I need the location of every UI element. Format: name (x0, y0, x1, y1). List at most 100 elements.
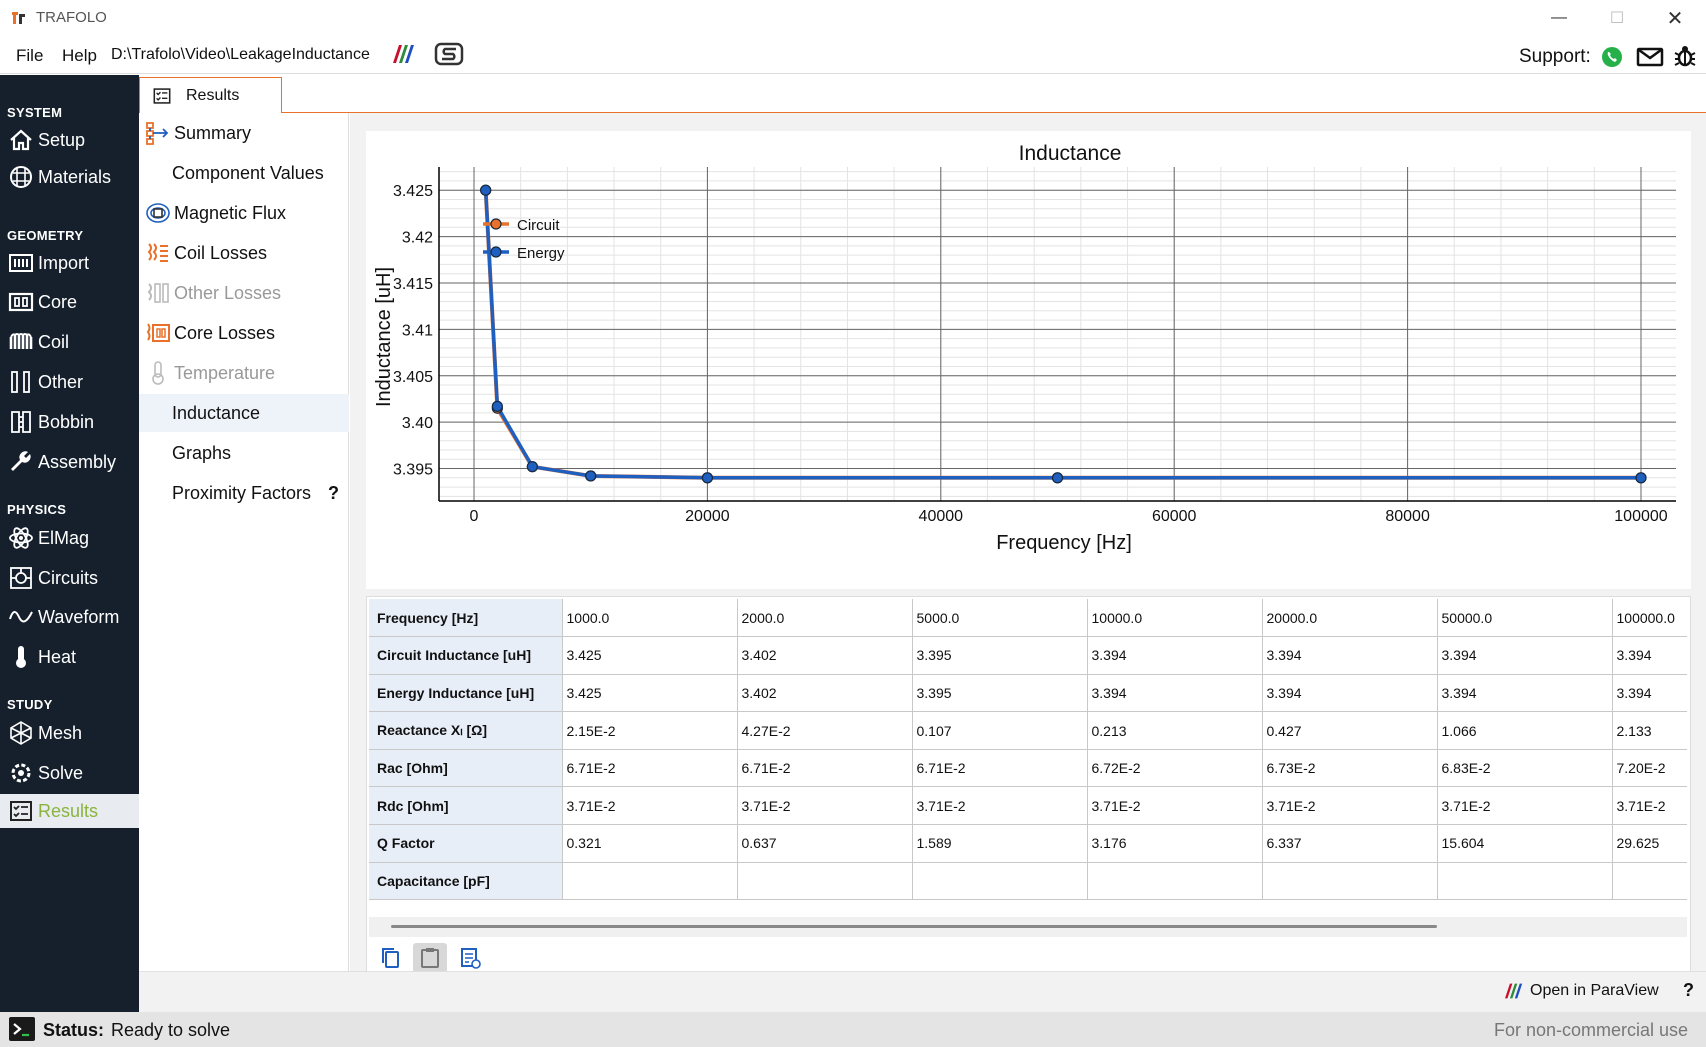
table-cell[interactable]: 3.425 (562, 636, 738, 675)
sidebar-item-elmag[interactable]: ElMag (0, 519, 139, 557)
sidebar-item-bobbin[interactable]: Bobbin (0, 403, 139, 441)
table-cell[interactable]: 2000.0 (737, 599, 913, 638)
menu-help[interactable]: Help (62, 46, 97, 66)
table-cell[interactable] (912, 862, 1088, 901)
table-cell[interactable]: 3.394 (1087, 636, 1263, 675)
table-cell[interactable] (1612, 862, 1687, 901)
table-cell[interactable]: 3.394 (1612, 674, 1687, 713)
table-cell[interactable] (562, 862, 738, 901)
nav-other-losses[interactable]: Other Losses (139, 274, 349, 312)
table-cell[interactable]: 0.213 (1087, 711, 1263, 750)
table-cell[interactable]: 6.73E-2 (1262, 749, 1438, 788)
table-cell[interactable]: 3.71E-2 (912, 786, 1088, 826)
nav-proximity-factors[interactable]: Proximity Factors ? (139, 474, 349, 512)
s-logo-icon[interactable] (434, 41, 464, 67)
nav-summary[interactable]: Summary (139, 114, 349, 152)
table-cell[interactable]: 6.71E-2 (562, 749, 738, 788)
table-cell[interactable]: 3.176 (1087, 824, 1263, 863)
nav-component-values[interactable]: Component Values (139, 154, 349, 192)
help-button[interactable]: ? (1683, 980, 1694, 1001)
table-cell[interactable]: 5000.0 (912, 599, 1088, 638)
nav-graphs[interactable]: Graphs (139, 434, 349, 472)
table-cell[interactable]: 0.637 (737, 824, 913, 863)
sidebar-item-circuits[interactable]: Circuits (0, 559, 139, 597)
table-cell[interactable]: 3.425 (562, 674, 738, 713)
nav-inductance[interactable]: Inductance (139, 394, 349, 432)
bug-icon[interactable] (1672, 43, 1698, 69)
table-cell[interactable] (1262, 862, 1438, 901)
table-cell[interactable]: 3.71E-2 (562, 786, 738, 826)
table-cell[interactable]: 3.394 (1087, 674, 1263, 713)
table-cell[interactable]: 3.394 (1437, 636, 1613, 675)
table-cell[interactable]: 6.337 (1262, 824, 1438, 863)
table-cell[interactable]: 3.395 (912, 674, 1088, 713)
export-button[interactable] (453, 943, 487, 973)
sidebar-item-heat[interactable]: Heat (0, 638, 139, 676)
table-cell[interactable]: 0.427 (1262, 711, 1438, 750)
table-cell[interactable]: 2.133 (1612, 711, 1687, 750)
table-cell[interactable]: 3.71E-2 (737, 786, 913, 826)
table-cell[interactable] (1437, 862, 1613, 901)
table-cell[interactable]: 3.394 (1612, 636, 1687, 675)
whatsapp-icon[interactable] (1600, 45, 1624, 69)
menu-file[interactable]: File (16, 46, 43, 66)
sidebar-item-other[interactable]: Other (0, 363, 139, 401)
table-cell[interactable]: 4.27E-2 (737, 711, 913, 750)
table-cell[interactable]: 6.72E-2 (1087, 749, 1263, 788)
nav-temperature[interactable]: Temperature (139, 354, 349, 392)
table-cell[interactable]: 20000.0 (1262, 599, 1438, 638)
open-paraview-button[interactable]: Open in ParaView (1502, 982, 1659, 1000)
minimize-button[interactable]: — (1536, 4, 1582, 32)
table-cell[interactable]: 1.066 (1437, 711, 1613, 750)
sidebar-item-assembly[interactable]: Assembly (0, 443, 139, 481)
table-cell[interactable] (1087, 862, 1263, 901)
table-cell[interactable]: 2.15E-2 (562, 711, 738, 750)
nav-coil-losses[interactable]: Coil Losses (139, 234, 349, 272)
table-cell[interactable]: 29.625 (1612, 824, 1687, 863)
table-cell[interactable]: 3.394 (1437, 674, 1613, 713)
sidebar-item-import[interactable]: Import (0, 244, 139, 282)
table-cell[interactable]: 3.71E-2 (1262, 786, 1438, 826)
table-cell[interactable]: 3.402 (737, 674, 913, 713)
table-cell[interactable]: 100000.0 (1612, 599, 1687, 638)
sidebar-item-setup[interactable]: Setup (0, 121, 139, 159)
table-cell[interactable]: 15.604 (1437, 824, 1613, 863)
table-cell[interactable]: 1000.0 (562, 599, 738, 638)
close-button[interactable]: ✕ (1652, 4, 1698, 32)
table-cell[interactable]: 3.71E-2 (1437, 786, 1613, 826)
table-cell[interactable]: 1.589 (912, 824, 1088, 863)
nav-magnetic-flux[interactable]: Magnetic Flux (139, 194, 349, 232)
clipboard-button[interactable] (413, 943, 447, 973)
table-cell[interactable]: 3.394 (1262, 674, 1438, 713)
table-cell[interactable]: 6.83E-2 (1437, 749, 1613, 788)
table-cell[interactable]: 6.71E-2 (912, 749, 1088, 788)
maximize-button[interactable]: ☐ (1594, 4, 1640, 32)
sidebar-item-coil[interactable]: Coil (0, 323, 139, 361)
sidebar-item-mesh[interactable]: Mesh (0, 714, 139, 752)
nav-core-losses[interactable]: Core Losses (139, 314, 349, 352)
table-cell[interactable] (737, 862, 913, 901)
proximity-help-button[interactable]: ? (328, 483, 339, 504)
paraview-icon[interactable] (390, 43, 418, 65)
sidebar-item-materials[interactable]: Materials (0, 158, 139, 196)
table-cell[interactable]: 3.395 (912, 636, 1088, 675)
sidebar-item-solve[interactable]: Solve (0, 754, 139, 792)
table-cell[interactable]: 10000.0 (1087, 599, 1263, 638)
sidebar-item-core[interactable]: Core (0, 283, 139, 321)
sidebar-item-waveform[interactable]: Waveform (0, 598, 139, 636)
table-cell[interactable]: 50000.0 (1437, 599, 1613, 638)
tab-results[interactable]: Results (139, 77, 282, 114)
table-cell[interactable]: 7.20E-2 (1612, 749, 1687, 788)
horizontal-scrollbar[interactable] (369, 917, 1687, 937)
table-cell[interactable]: 3.71E-2 (1612, 786, 1687, 826)
table-cell[interactable]: 3.394 (1262, 636, 1438, 675)
table-cell[interactable]: 6.71E-2 (737, 749, 913, 788)
mail-icon[interactable] (1636, 46, 1664, 68)
table-cell[interactable]: 3.71E-2 (1087, 786, 1263, 826)
scrollbar-thumb[interactable] (391, 925, 1437, 928)
copy-button[interactable] (373, 943, 407, 973)
table-cell[interactable]: 0.107 (912, 711, 1088, 750)
sidebar-item-results[interactable]: Results (0, 794, 139, 828)
table-cell[interactable]: 3.402 (737, 636, 913, 675)
table-cell[interactable]: 0.321 (562, 824, 738, 863)
